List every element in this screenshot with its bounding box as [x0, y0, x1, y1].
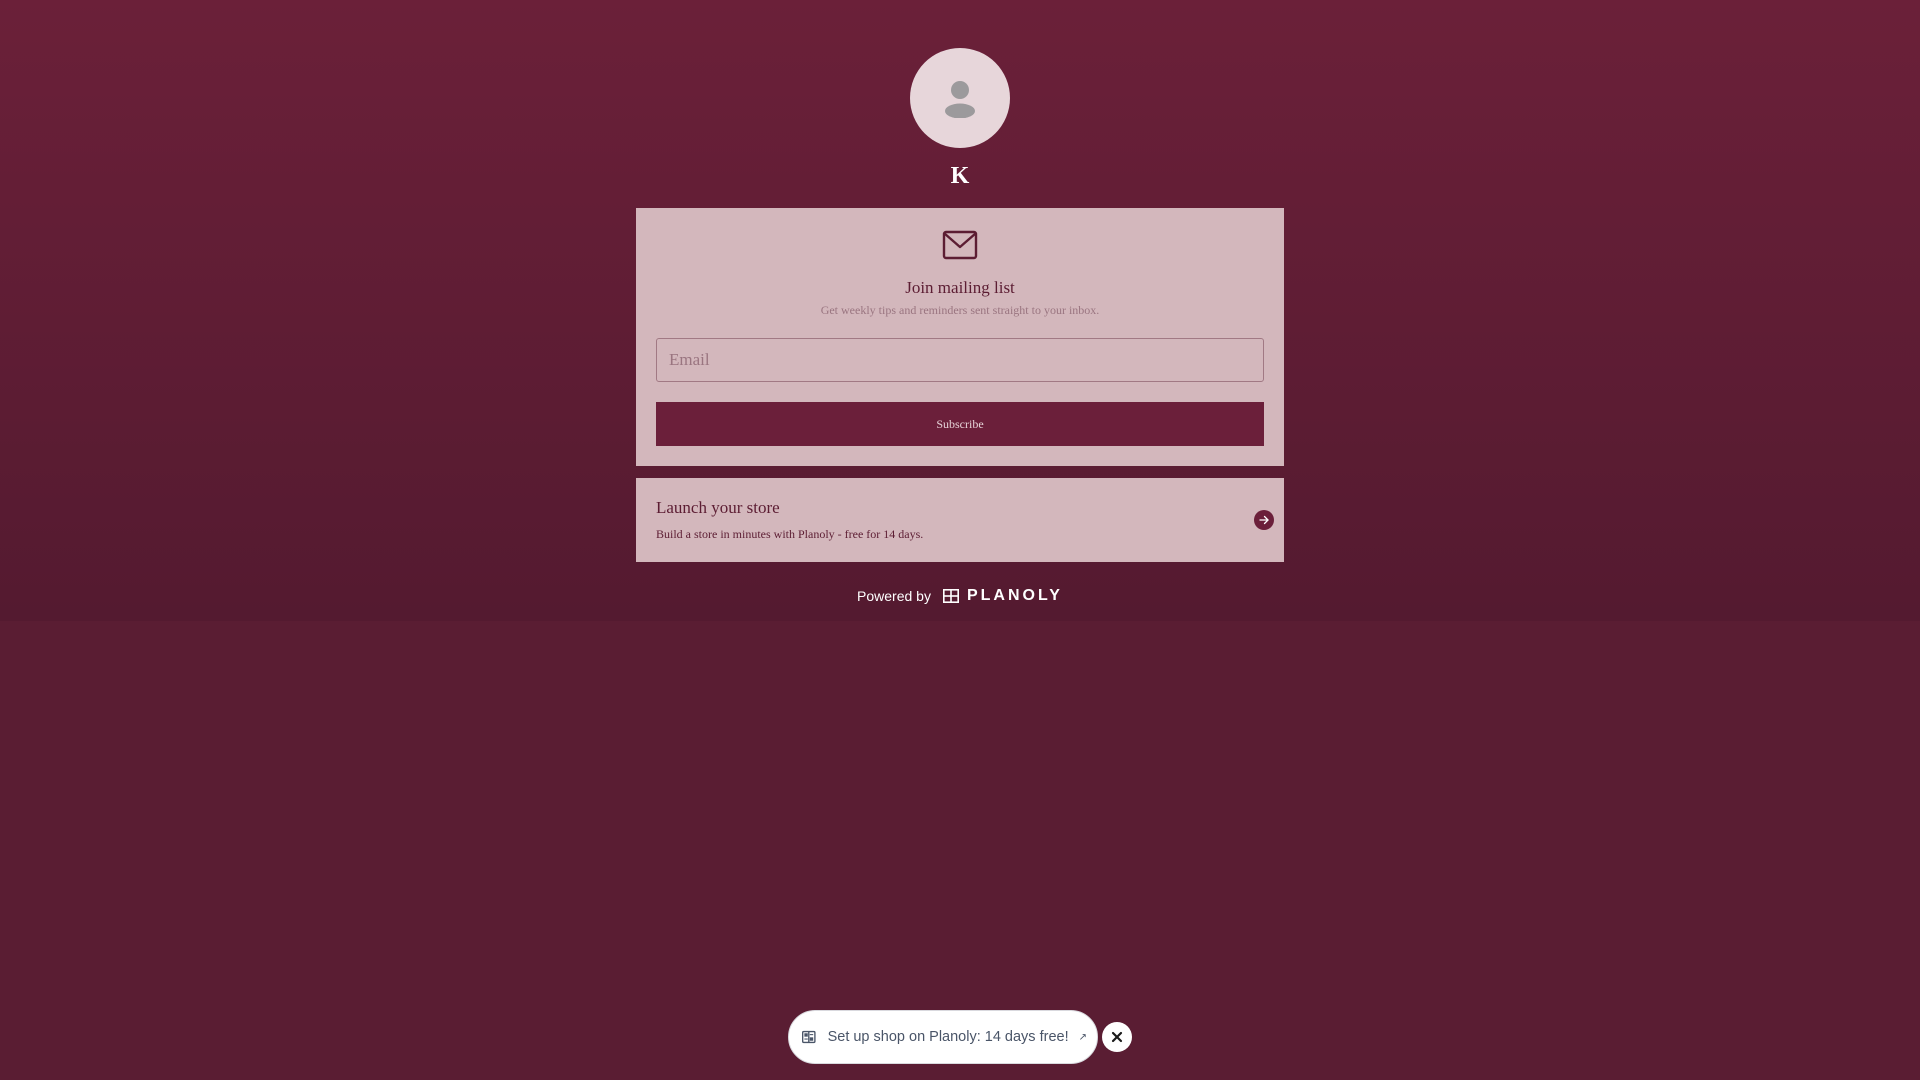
mailing-list-subtitle: Get weekly tips and reminders sent strai… [820, 303, 1100, 317]
store-layout-icon [802, 1030, 816, 1044]
launch-store-card[interactable]: Launch your store Build a store in minut… [636, 478, 1284, 562]
arrow-right-icon[interactable] [1254, 510, 1274, 530]
mailing-list-title: Join mailing list [905, 278, 1015, 297]
close-icon[interactable] [1102, 1022, 1132, 1052]
profile-name: K [950, 163, 970, 189]
subscribe-button[interactable]: Subscribe [656, 402, 1264, 446]
promo-banner[interactable]: Set up shop on Planoly: 14 days free! ↗ [788, 1010, 1098, 1064]
user-icon [945, 81, 975, 118]
powered-by-label: Powered by [857, 588, 931, 604]
avatar [910, 48, 1010, 148]
store-title: Launch your store [656, 498, 780, 517]
planoly-grid-icon [942, 589, 959, 603]
store-description: Build a store in minutes with Planoly - … [656, 527, 924, 541]
planoly-logo[interactable]: PLANOLY [942, 584, 1063, 608]
email-field[interactable] [656, 338, 1264, 382]
promo-text: Set up shop on Planoly: 14 days free! [827, 1029, 1069, 1045]
envelope-icon [942, 230, 978, 260]
external-link-icon: ↗ [1078, 1031, 1087, 1043]
powered-by-footer: Powered by PLANOLY [636, 584, 1284, 608]
mailing-list-card: Join mailing list Get weekly tips and re… [636, 208, 1284, 466]
planoly-wordmark: PLANOLY [966, 587, 1063, 604]
